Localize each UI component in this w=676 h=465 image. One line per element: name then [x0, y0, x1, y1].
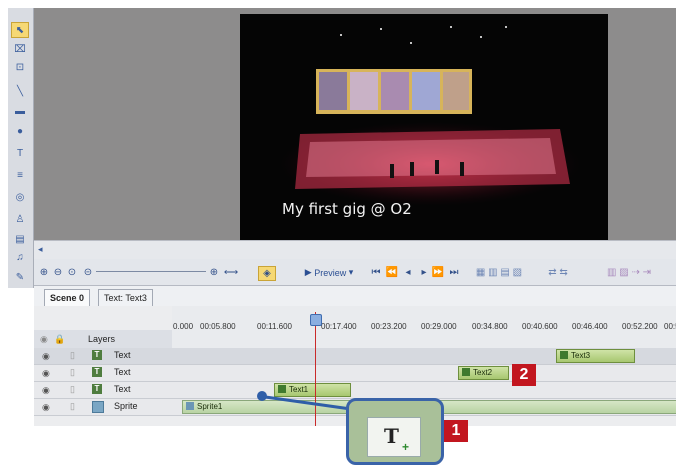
text-clip-icon: [278, 385, 286, 393]
zoom-fit-icon[interactable]: ⊙: [66, 266, 78, 279]
zoom-plus-icon[interactable]: ⊕: [208, 266, 220, 279]
eye-header-icon: ◉: [40, 334, 48, 344]
zoom-out-icon[interactable]: ⊖: [52, 266, 64, 279]
preview-label: Preview: [314, 267, 347, 278]
text-layer-icon: T: [92, 384, 102, 394]
timeline-clip-text2[interactable]: Text2: [458, 366, 509, 380]
more-tools-icon[interactable]: ▥ ▨ ⇢ ⇥: [584, 266, 674, 279]
crop-tool-icon[interactable]: ⊡: [12, 60, 28, 74]
tool-strip: ⬉ ⌧ ⊡ ╲ ▬ ● T ≡ ◎ ♙ ▤ ♫ ✎: [8, 8, 34, 288]
lock-icon[interactable]: ▯: [70, 401, 75, 412]
ruler-tick: 00:46.400: [572, 322, 608, 331]
playhead-line[interactable]: [315, 312, 316, 426]
ruler-tick: 00:40.600: [522, 322, 558, 331]
ruler-tick: 00:17.400: [321, 322, 357, 331]
rectangle-tool-icon[interactable]: ▬: [12, 104, 28, 118]
sprite-clip-icon: [186, 402, 194, 410]
stage-light: [480, 36, 482, 38]
callout-dot: [257, 391, 267, 401]
layer-name: Text: [114, 350, 131, 360]
step-back-icon[interactable]: ◂: [402, 266, 414, 279]
layer-name: Text: [114, 384, 131, 394]
stage-caption-text[interactable]: My first gig @ O2: [282, 200, 412, 218]
frame-tool-icon[interactable]: ⌧: [12, 42, 28, 56]
rewind-icon[interactable]: ⏪: [386, 266, 398, 279]
step-forward-icon[interactable]: ▸: [418, 266, 430, 279]
transition-tool-icon[interactable]: ✎: [12, 270, 28, 284]
line-tool-icon[interactable]: ╲: [12, 84, 28, 98]
lock-header-icon: 🔒: [54, 334, 66, 344]
zoomed-text-icon-callout: T +: [346, 398, 444, 465]
tab-text-text3[interactable]: Text: Text3: [98, 289, 153, 306]
lock-icon[interactable]: ▯: [70, 367, 75, 378]
zoom-in-icon[interactable]: ⊕: [38, 266, 50, 279]
timeline-toolbar: ⊕ ⊖ ⊙ ⊝ ⊕ ⟷ ◈ ▶ Preview ▾ ⏮ ⏪ ◂ ▸ ⏩ ⏭ ▦ …: [34, 259, 676, 286]
last-frame-icon[interactable]: ⏭: [448, 266, 460, 279]
zoom-minus-icon[interactable]: ⊝: [82, 266, 94, 279]
stage-light: [505, 26, 507, 28]
layers-header: ◉ 🔒 Layers: [34, 330, 172, 349]
ruler-tick: 00:29.000: [421, 322, 457, 331]
ellipse-tool-icon[interactable]: ●: [12, 124, 28, 138]
clip-label: Sprite1: [197, 402, 223, 411]
snap-icon[interactable]: ◈: [258, 266, 276, 281]
clip-label: Text3: [571, 351, 591, 360]
stage-light: [410, 42, 412, 44]
text-tool-zoom-icon: T +: [367, 417, 421, 457]
layer-row[interactable]: ◉ ▯ T Text: [34, 382, 676, 399]
lock-icon[interactable]: ▯: [70, 350, 75, 361]
text-layer-icon: T: [92, 367, 102, 377]
timeline-clip-text1[interactable]: Text1: [274, 383, 351, 397]
text-clip-icon: [560, 351, 568, 359]
text-layer-icon: T: [92, 350, 102, 360]
select-tool-icon[interactable]: ⬉: [11, 22, 29, 38]
eye-icon[interactable]: ◉: [42, 402, 50, 413]
plus-icon: +: [402, 440, 410, 454]
layer-name: Sprite: [114, 401, 138, 411]
media-tool-icon[interactable]: ▤: [12, 232, 28, 246]
playhead-handle[interactable]: [310, 314, 322, 326]
panel-collapse-bar[interactable]: ◂: [34, 240, 676, 260]
fast-forward-icon[interactable]: ⏩: [432, 266, 444, 279]
audio-tool-icon[interactable]: ♫: [12, 250, 28, 264]
stage-light: [450, 26, 452, 28]
ruler-tick: 00:11.600: [257, 322, 292, 331]
eye-icon[interactable]: ◉: [42, 351, 50, 362]
paint-tool-icon[interactable]: ≡: [12, 168, 28, 182]
eye-icon[interactable]: ◉: [42, 385, 50, 396]
effects-tool-icon[interactable]: ◎: [12, 190, 28, 204]
timeline-clip-text3[interactable]: Text3: [556, 349, 635, 363]
layers-label: Layers: [88, 334, 116, 344]
text-tool-icon[interactable]: T: [12, 146, 28, 160]
stage-light: [340, 34, 342, 36]
layer-name: Text: [114, 367, 131, 377]
fit-width-icon[interactable]: ⟷: [224, 266, 238, 279]
annotation-badge-1: 1: [444, 420, 468, 442]
stage-light: [380, 28, 382, 30]
clip-label: Text1: [289, 385, 309, 394]
first-frame-icon[interactable]: ⏮: [370, 266, 382, 279]
tab-scene-0[interactable]: Scene 0: [44, 289, 91, 306]
annotation-badge-2: 2: [512, 364, 536, 386]
chevron-left-icon[interactable]: ◂: [38, 244, 43, 255]
ruler-tick: 00:5: [664, 322, 676, 331]
ruler-tick: 0.000: [173, 322, 194, 331]
ruler-tick: 00:23.200: [371, 322, 407, 331]
preview-button[interactable]: ▶ Preview ▾: [294, 266, 364, 279]
ruler-tick: 00:34.800: [472, 322, 508, 331]
lock-icon[interactable]: ▯: [70, 384, 75, 395]
ruler-tick: 00:52.200: [622, 322, 658, 331]
align-tools-icon[interactable]: ▦ ▥ ▤ ▧: [464, 266, 534, 279]
swap-icon[interactable]: ⇄ ⇆: [540, 266, 576, 279]
text-glyph: T: [384, 424, 399, 448]
zoom-slider[interactable]: [96, 271, 206, 272]
figure-tool-icon[interactable]: ♙: [12, 212, 28, 226]
clip-label: Text2: [473, 368, 493, 377]
text-clip-icon: [462, 368, 470, 376]
eye-icon[interactable]: ◉: [42, 368, 50, 379]
ruler-tick: 00:05.800: [200, 322, 236, 331]
sprite-layer-icon: [92, 401, 104, 413]
layer-row[interactable]: ◉ ▯ T Text: [34, 365, 676, 382]
scene-tabs: Scene 0 Text: Text3: [34, 286, 676, 307]
